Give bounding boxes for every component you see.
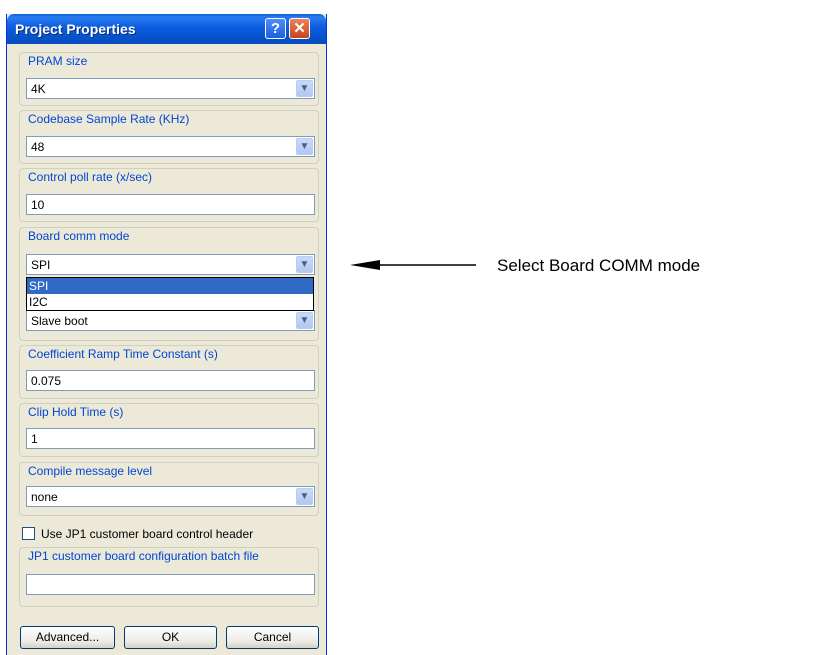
boot-mode-select[interactable]: Slave boot ▼	[26, 310, 315, 331]
comm-mode-label: Board comm mode	[26, 229, 132, 243]
clip-hold-label: Clip Hold Time (s)	[26, 405, 126, 419]
chevron-down-icon[interactable]: ▼	[296, 80, 313, 97]
sample-rate-select[interactable]: 48 ▼	[26, 136, 315, 157]
title-bar: Project Properties ? ✕	[7, 14, 326, 44]
advanced-button[interactable]: Advanced...	[20, 626, 115, 649]
help-button[interactable]: ?	[265, 18, 286, 39]
clip-hold-value: 1	[31, 432, 38, 446]
pram-size-select[interactable]: 4K ▼	[26, 78, 315, 99]
dropdown-option-spi[interactable]: SPI	[27, 278, 313, 294]
callout: Select Board COMM mode	[350, 250, 820, 280]
ramp-label: Coefficient Ramp Time Constant (s)	[26, 347, 220, 361]
batch-file-input[interactable]	[26, 574, 315, 595]
window-title: Project Properties	[15, 21, 136, 37]
comm-mode-value: SPI	[31, 258, 51, 272]
compile-level-select[interactable]: none ▼	[26, 486, 315, 507]
arrow-left-icon	[350, 260, 476, 270]
project-properties-dialog: Project Properties ? ✕ PRAM size 4K ▼ Co…	[6, 14, 327, 655]
chevron-down-icon[interactable]: ▼	[296, 256, 313, 273]
poll-rate-value: 10	[31, 198, 45, 212]
poll-rate-label: Control poll rate (x/sec)	[26, 170, 155, 184]
dropdown-option-i2c[interactable]: I2C	[27, 294, 313, 310]
ok-button[interactable]: OK	[124, 626, 217, 649]
chevron-down-icon[interactable]: ▼	[296, 312, 313, 329]
sample-rate-label: Codebase Sample Rate (KHz)	[26, 112, 192, 126]
comm-mode-select[interactable]: SPI ▼	[26, 254, 315, 275]
chevron-down-icon[interactable]: ▼	[296, 138, 313, 155]
callout-text: Select Board COMM mode	[497, 256, 701, 275]
ramp-value: 0.075	[31, 374, 62, 388]
jp1-header-checkbox[interactable]	[22, 527, 35, 540]
close-button[interactable]: ✕	[289, 18, 310, 39]
clip-hold-input[interactable]: 1	[26, 428, 315, 449]
pram-size-label: PRAM size	[26, 54, 90, 68]
boot-mode-value: Slave boot	[31, 314, 88, 328]
batch-file-label: JP1 customer board configuration batch f…	[26, 549, 261, 563]
chevron-down-icon[interactable]: ▼	[296, 488, 313, 505]
ramp-input[interactable]: 0.075	[26, 370, 315, 391]
cancel-button[interactable]: Cancel	[226, 626, 319, 649]
comm-mode-dropdown-list: SPI I2C	[26, 277, 314, 311]
pram-size-value: 4K	[31, 82, 46, 96]
compile-level-value: none	[31, 490, 58, 504]
compile-level-label: Compile message level	[26, 464, 155, 478]
sample-rate-value: 48	[31, 140, 45, 154]
poll-rate-input[interactable]: 10	[26, 194, 315, 215]
jp1-header-checkbox-label[interactable]: Use JP1 customer board control header	[41, 527, 253, 541]
